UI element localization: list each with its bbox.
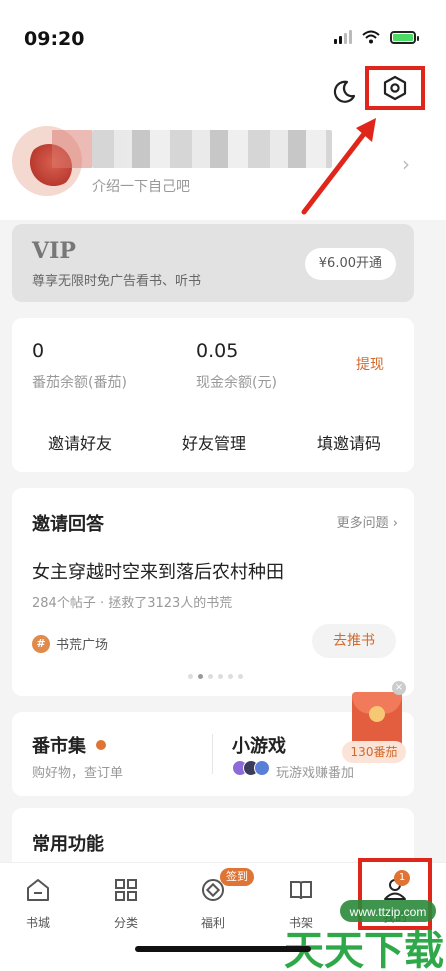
question-title[interactable]: 女主穿越时空来到落后农村种田: [32, 558, 284, 584]
battery-icon: [390, 30, 419, 44]
tomato-balance-value[interactable]: 0: [32, 340, 44, 362]
divider: [212, 734, 213, 774]
topic-tag[interactable]: # 书荒广场: [32, 634, 108, 653]
red-packet-label[interactable]: 130番茄: [342, 741, 406, 763]
invite-answer-title: 邀请回答: [32, 514, 104, 535]
home-icon: [27, 879, 49, 901]
tab-label: 书城: [25, 916, 50, 930]
tab-label: 分类: [113, 916, 138, 930]
friend-management-button[interactable]: 好友管理: [182, 430, 246, 454]
hashtag-icon: #: [32, 634, 50, 653]
recommend-book-button[interactable]: 去推书: [312, 624, 396, 658]
wallet-card: 0 番茄余额(番茄) 0.05 现金余额(元) 提现 邀请好友 好友管理 填邀请…: [12, 318, 414, 472]
wifi-icon: [362, 30, 380, 44]
tomato-balance-label: 番茄余额(番茄): [32, 375, 127, 391]
question-meta: 284个帖子 · 拯救了3123人的书荒: [32, 596, 233, 611]
tab-label: 福利: [200, 916, 225, 930]
watermark-url: www.ttzip.com: [349, 905, 427, 919]
vip-card[interactable]: VIP 尊享无限时免广告看书、听书 ¥6.00开通: [12, 224, 414, 302]
vip-title: VIP: [32, 238, 76, 264]
settings-icon: [383, 75, 407, 101]
status-icons: [334, 30, 419, 44]
sign-in-badge[interactable]: 签到: [220, 868, 254, 886]
market-subtitle: 购好物，查订单: [32, 766, 124, 781]
notification-dot: [96, 740, 106, 750]
mini-games-title[interactable]: 小游戏: [232, 732, 286, 758]
invite-answer-card: 邀请回答 更多问题 › 女主穿越时空来到落后农村种田 284个帖子 · 拯救了3…: [12, 488, 414, 696]
nickname-blurred[interactable]: [52, 130, 332, 168]
grid-icon: [115, 879, 137, 901]
tab-category[interactable]: 分类: [96, 877, 156, 931]
market-title[interactable]: 番市集: [32, 732, 86, 758]
more-questions-link[interactable]: 更多问题 ›: [337, 512, 398, 531]
tab-bookstore[interactable]: 书城: [8, 877, 68, 931]
chevron-right-icon: ›: [392, 516, 398, 531]
vip-subscribe-button[interactable]: ¥6.00开通: [304, 248, 396, 280]
close-icon[interactable]: ×: [392, 681, 406, 695]
watermark-logo: www.ttzip.com 天天下载: [284, 900, 444, 971]
mini-games-subtitle: 玩游戏赚番加: [276, 766, 355, 781]
status-bar: 09:20: [0, 0, 446, 70]
game-avatars: [232, 760, 270, 776]
topic-tag-label: 书荒广场: [56, 638, 109, 653]
signal-icon: [334, 30, 352, 44]
enter-invite-code-button[interactable]: 填邀请码: [317, 430, 381, 454]
cash-balance-label: 现金余额(元): [196, 375, 277, 391]
vip-subtitle: 尊享无限时免广告看书、听书: [32, 274, 202, 289]
home-indicator[interactable]: [135, 946, 311, 952]
night-mode-icon[interactable]: [330, 78, 358, 106]
withdraw-button[interactable]: 提现: [356, 354, 384, 374]
more-questions-label: 更多问题: [336, 516, 389, 531]
status-time: 09:20: [24, 28, 85, 50]
carousel-dots: [188, 674, 243, 679]
profile-bio[interactable]: 介绍一下自己吧: [92, 176, 190, 196]
invite-friends-button[interactable]: 邀请好友: [48, 430, 112, 454]
cash-balance-value[interactable]: 0.05: [196, 340, 238, 362]
common-functions-title: 常用功能: [32, 834, 104, 855]
chevron-right-icon[interactable]: ›: [402, 152, 410, 176]
settings-button[interactable]: [365, 66, 425, 110]
mine-badge: 1: [394, 870, 410, 886]
